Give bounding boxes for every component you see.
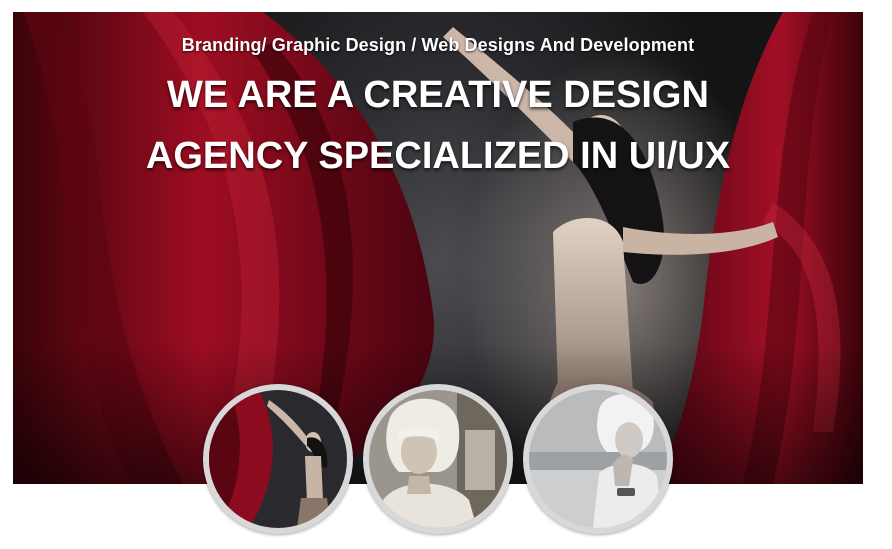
dancer-red-curtain-photo: [209, 390, 347, 528]
hero-headline-line-2: AGENCY SPECIALIZED IN UI/UX: [145, 135, 731, 177]
thumbnail-blonde-portrait[interactable]: [363, 384, 513, 534]
woman-beach-bw-photo: [529, 390, 667, 528]
page: Branding/ Graphic Design / Web Designs A…: [0, 0, 892, 549]
thumbnail-beach-portrait[interactable]: [523, 384, 673, 534]
thumbnail-strip: [0, 384, 892, 534]
thumbnail-dancer[interactable]: [203, 384, 353, 534]
hero-headline: WE ARE A CREATIVE DESIGN AGENCY SPECIALI…: [58, 65, 818, 187]
hero-text: Branding/ Graphic Design / Web Designs A…: [13, 12, 863, 187]
hero-headline-line-1: WE ARE A CREATIVE DESIGN: [167, 74, 709, 116]
hero-tagline: Branding/ Graphic Design / Web Designs A…: [181, 35, 695, 55]
blonde-woman-portrait-photo: [369, 390, 507, 528]
